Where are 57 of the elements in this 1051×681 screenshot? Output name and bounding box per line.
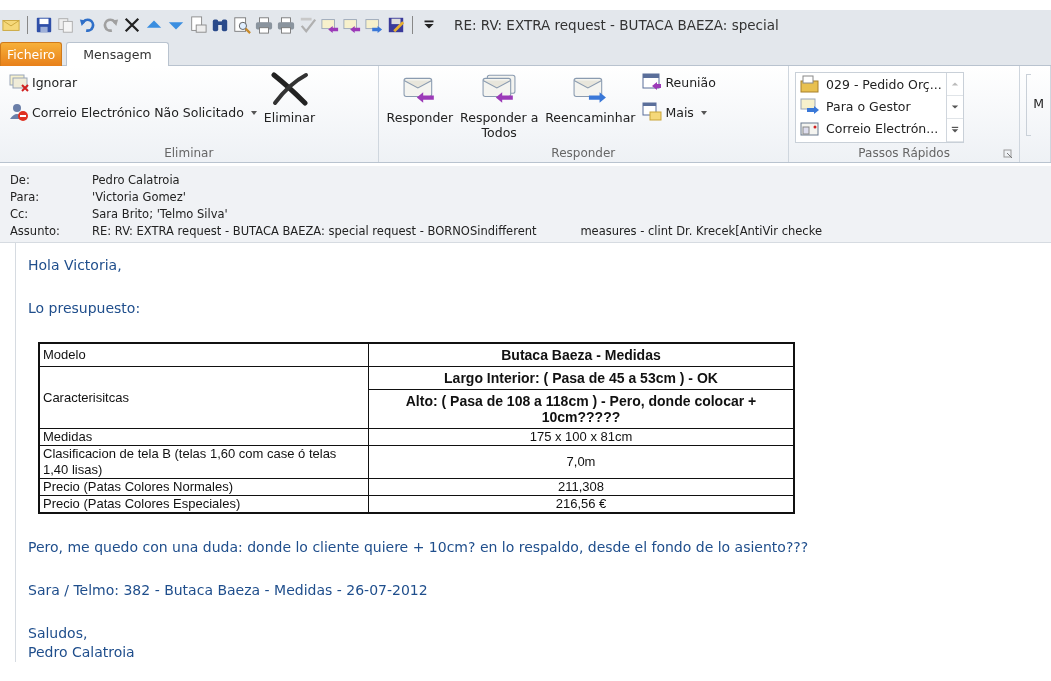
table-cell: Precio (Patas Colores Normales) [39,478,369,496]
user-blocked-icon [9,102,29,122]
form-icon[interactable] [387,16,405,34]
body-text: Pero, me quedo con una duda: donde lo cliente quiere + 10cm? en lo respaldo, desde el fondo de lo asiento??? [28,538,810,557]
body-text: Lo presupuesto: [28,299,142,318]
dialog-launcher-icon[interactable] [1003,149,1014,159]
header-label: Para: [10,189,41,206]
ignore-button[interactable]: Ignorar [6,70,260,94]
envelopes-icon [9,72,29,92]
up-arrow-icon [950,80,959,88]
quick-step-item[interactable]: Para o Gestor [796,95,946,117]
forward-icon [800,96,821,116]
header-value: RE: RV: EXTRA request - BUTACA BAEZA: special request - BORNOSindifferent measures - clint Dr. Krecek[AntiVir checke [92,223,822,240]
table-cell: Clasificacion de tela B (telas 1,60 com case ó telas 1,40 lisas) [39,445,369,479]
undo-icon[interactable] [79,16,97,34]
header-value: Sara Brito; 'Telmo Silva' [92,206,228,223]
forward-icon[interactable] [365,16,383,34]
group-label: Responder [550,146,617,162]
magnifier-icon[interactable] [233,16,251,34]
quick-step-item[interactable]: Correio Electrón... [796,117,946,139]
down-arrow-icon [950,103,959,111]
save-icon[interactable] [35,16,53,34]
delete-button[interactable]: Eliminar [261,70,318,127]
close-icon[interactable] [123,16,141,34]
printer-icon[interactable] [277,16,295,34]
signature-text: Saludos, [28,624,89,643]
quick-step-item[interactable]: 029 - Pedido Orç... [796,73,946,95]
junk-mail-button[interactable]: Correio Electrónico Não Solicitado [6,100,260,124]
forward-button[interactable]: Reencaminhar [543,70,638,127]
window-title: RE: RV: EXTRA request - BUTACA BAEZA: special [454,17,779,33]
table-cell: Modelo [39,343,369,367]
group-label: Eliminar [163,146,215,162]
greeting-text: Hola Victoria, [28,256,123,275]
table-cell: Caracterisitcas [39,366,369,429]
button-label[interactable]: M [1033,96,1044,111]
spellcheck-icon[interactable] [299,16,317,34]
header-label: Assunto: [10,223,61,240]
reply-icon[interactable] [321,16,339,34]
group-label: Passos Rápidos [858,146,950,162]
ribbon-tab[interactable]: Mensagem [66,42,169,66]
calendar-icon [642,72,663,92]
reply-button[interactable]: Responder [384,70,456,127]
signature-text: Pedro Calatroia [28,643,136,662]
header-value: Pedro Calatroia [92,172,180,189]
reply-all-button[interactable]: Responder a Todos [457,70,542,142]
meeting-button[interactable]: Reunião [639,70,719,94]
calendar-envelope-icon [642,102,663,122]
table-cell: Medidas [39,428,369,446]
body-text: Sara / Telmo: 382 - Butaca Baeza - Medidas - 26-07-2012 [28,581,429,600]
delete-x-icon [269,72,310,106]
printer-icon[interactable] [255,16,273,34]
reply-all-icon[interactable] [343,16,361,34]
header-label: De: [10,172,31,189]
expand-icon [950,126,959,134]
more-button[interactable]: Mais [639,100,719,124]
header-label: Cc: [10,206,30,223]
header-value: 'Victoria Gomez' [92,189,186,206]
